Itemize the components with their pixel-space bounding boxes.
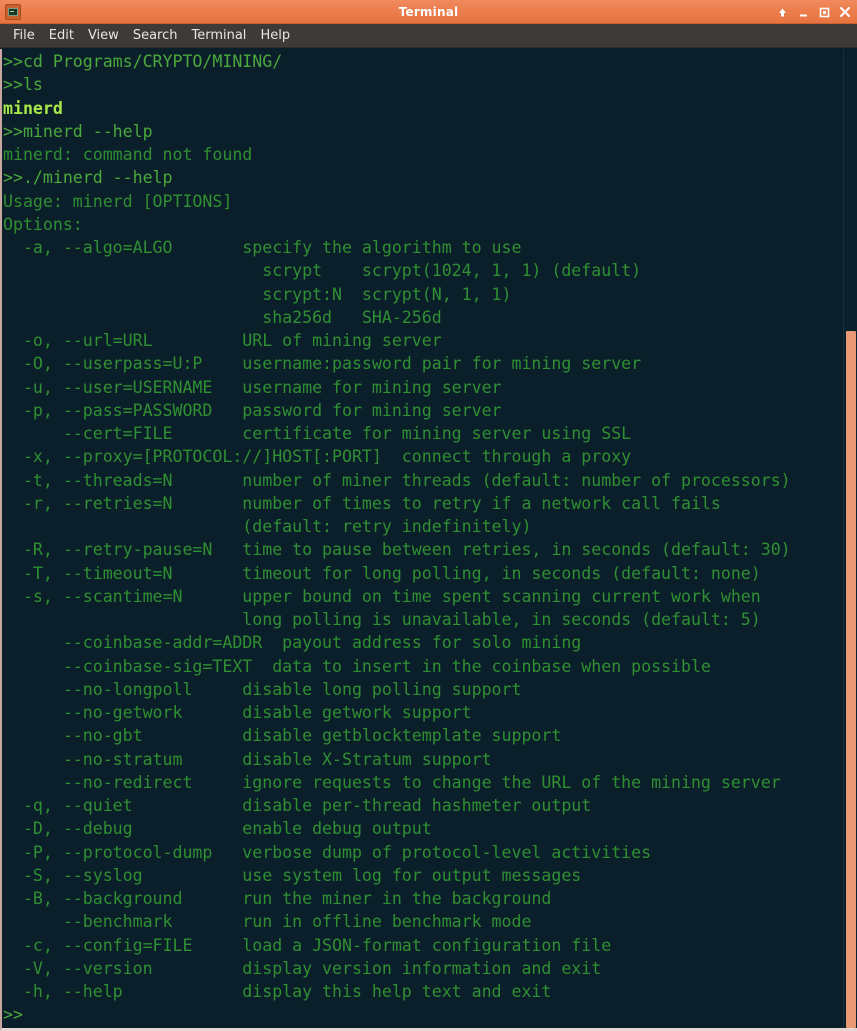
terminal-scrollbar[interactable] bbox=[843, 49, 857, 1028]
terminal-line: -u, --user=USERNAME username for mining … bbox=[3, 377, 502, 397]
terminal-line: --cert=FILE certificate for mining serve… bbox=[3, 424, 632, 443]
minimize-button[interactable] bbox=[797, 6, 809, 18]
terminal-line: --coinbase-addr=ADDR payout address for … bbox=[3, 633, 582, 653]
terminal-line: -V, --version display version informatio… bbox=[3, 958, 602, 978]
menu-help[interactable]: Help bbox=[253, 26, 297, 45]
terminal-line: -o, --url=URL URL of mining server bbox=[3, 331, 442, 350]
scrollbar-thumb[interactable] bbox=[846, 331, 856, 1028]
terminal-line: Usage: minerd [OPTIONS] bbox=[3, 191, 233, 211]
terminal-line: (default: retry indefinitely) bbox=[3, 517, 532, 536]
terminal-line: -T, --timeout=N timeout for long polling… bbox=[3, 563, 761, 583]
terminal-line: long polling is unavailable, in seconds … bbox=[3, 610, 761, 629]
terminal-line: -D, --debug enable debug output bbox=[3, 819, 432, 839]
terminal-line: -q, --quiet disable per-thread hashmeter… bbox=[3, 796, 592, 815]
terminal-line: -r, --retries=N number of times to retry… bbox=[3, 493, 721, 513]
terminal-icon bbox=[5, 3, 21, 20]
terminal-line: --no-redirect ignore requests to change … bbox=[3, 772, 781, 792]
menu-terminal[interactable]: Terminal bbox=[184, 26, 253, 45]
terminal-line: --coinbase-sig=TEXT data to insert in th… bbox=[3, 656, 711, 676]
terminal-line: -s, --scantime=N upper bound on time spe… bbox=[3, 586, 761, 606]
terminal-line: -P, --protocol-dump verbose dump of prot… bbox=[3, 842, 652, 862]
terminal-line: Options: bbox=[3, 214, 83, 234]
terminal-line: sha256d SHA-256d bbox=[3, 307, 442, 327]
terminal-line: -p, --pass=PASSWORD password for mining … bbox=[3, 400, 502, 420]
terminal-line: -B, --background run the miner in the ba… bbox=[3, 889, 552, 908]
terminal-line: >>minerd --help bbox=[3, 121, 153, 141]
terminal-line: scrypt scrypt(1024, 1, 1) (default) bbox=[3, 261, 642, 281]
terminal-line: -t, --threads=N number of miner threads … bbox=[3, 470, 791, 490]
terminal-line: minerd: command not found bbox=[3, 145, 253, 164]
terminal-line: -x, --proxy=[PROTOCOL://]HOST[:PORT] con… bbox=[3, 447, 632, 467]
terminal-line: --benchmark run in offline benchmark mod… bbox=[3, 912, 532, 932]
terminal-line: --no-gbt disable getblocktemplate suppor… bbox=[3, 726, 562, 746]
menu-file[interactable]: File bbox=[6, 26, 42, 45]
terminal-line: >>ls bbox=[3, 75, 43, 95]
terminal-output: >>cd Programs/CRYPTO/MINING/ >>ls minerd >>… bbox=[3, 50, 843, 1027]
terminal-line: minerd bbox=[3, 98, 63, 118]
menu-bar: File Edit View Search Terminal Help bbox=[0, 24, 857, 48]
terminal-line: -a, --algo=ALGO specify the algorithm to… bbox=[3, 238, 522, 257]
terminal-line: --no-getwork disable getwork support bbox=[3, 703, 472, 722]
terminal-line: --no-stratum disable X-Stratum support bbox=[3, 749, 492, 769]
maximize-button[interactable] bbox=[818, 6, 830, 18]
title-bar[interactable]: Terminal bbox=[0, 0, 857, 24]
window-controls bbox=[776, 0, 851, 24]
terminal-line: -c, --config=FILE load a JSON-format con… bbox=[3, 935, 612, 955]
menu-edit[interactable]: Edit bbox=[42, 26, 81, 45]
window-title: Terminal bbox=[398, 4, 459, 19]
terminal-window: Terminal File Edit View Search Terminal … bbox=[0, 0, 857, 1031]
terminal-line: -O, --userpass=U:P username:password pai… bbox=[3, 354, 642, 374]
terminal-icon-screen bbox=[8, 7, 18, 16]
terminal-line: -R, --retry-pause=N time to pause betwee… bbox=[3, 540, 791, 560]
rollup-button[interactable] bbox=[776, 6, 788, 18]
terminal-line: >>./minerd --help bbox=[3, 168, 173, 188]
terminal-line: scrypt:N scrypt(N, 1, 1) bbox=[3, 284, 512, 304]
terminal-line: -h, --help display this help text and ex… bbox=[3, 982, 552, 1001]
terminal-viewport[interactable]: >>cd Programs/CRYPTO/MINING/ >>ls minerd >>… bbox=[2, 49, 843, 1028]
terminal-line: >> bbox=[3, 1005, 23, 1025]
terminal-line: -S, --syslog use system log for output m… bbox=[3, 865, 582, 885]
close-button[interactable] bbox=[839, 6, 851, 18]
terminal-line: --no-longpoll disable long polling suppo… bbox=[3, 679, 522, 699]
menu-search[interactable]: Search bbox=[126, 26, 185, 45]
terminal-line: >>cd Programs/CRYPTO/MINING/ bbox=[3, 52, 283, 71]
menu-view[interactable]: View bbox=[81, 26, 126, 45]
terminal-body: >>cd Programs/CRYPTO/MINING/ >>ls minerd >>… bbox=[0, 49, 857, 1031]
